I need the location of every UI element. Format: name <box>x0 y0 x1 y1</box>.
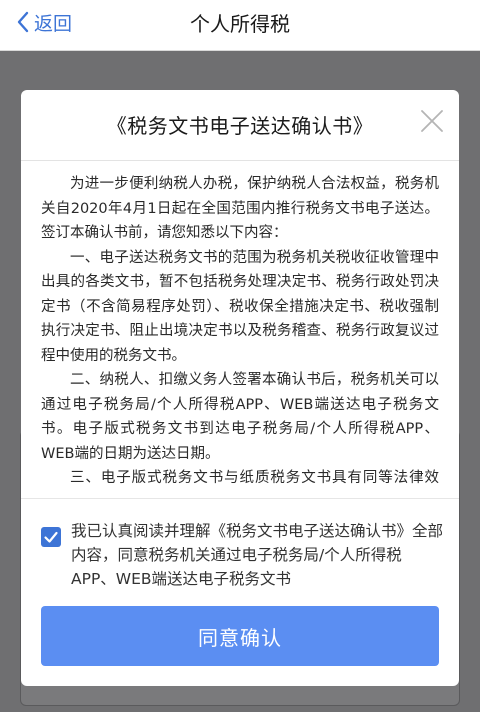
document-paragraph: 为进一步便利纳税人办税，保护纳税人合法权益，税务机关自2020年4月1日起在全国… <box>41 176 439 241</box>
dialog-header: 《税务文书电子送达确认书》 <box>21 90 459 161</box>
close-icon <box>421 110 443 132</box>
agreement-label[interactable]: 我已认真阅读并理解《税务文书电子送达确认书》全部内容，同意税务机关通过电子税务局… <box>71 519 443 591</box>
dialog-title: 《税务文书电子送达确认书》 <box>106 114 374 138</box>
nav-bar: 返回 个人所得税 <box>0 0 480 51</box>
checkmark-icon <box>44 531 58 543</box>
document-paragraph: 二、纳税人、扣缴义务人签署本确认书后，税务机关可以通过电子税务局/个人所得税AP… <box>41 372 439 462</box>
agree-confirm-button[interactable]: 同意确认 <box>41 606 439 666</box>
agreement-section: 我已认真阅读并理解《税务文书电子送达确认书》全部内容，同意税务机关通过电子税务局… <box>21 498 459 599</box>
agreement-checkbox[interactable] <box>41 527 61 547</box>
confirmation-dialog: 《税务文书电子送达确认书》 为进一步便利纳税人办税，保护纳税人合法权益，税务机关… <box>21 90 459 686</box>
document-paragraph: 一、电子送达税务文书的范围为税务机关税收征收管理中出具的各类文书，暂不包括税务处… <box>41 249 439 364</box>
document-paragraph: 三、电子版式税务文书与纸质税务文书具有同等法律效力，纳税人、扣缴义务人需要纸质文… <box>70 470 439 486</box>
back-label: 返回 <box>34 12 73 35</box>
close-button[interactable] <box>419 108 445 134</box>
document-content[interactable]: 为进一步便利纳税人办税，保护纳税人合法权益，税务机关自2020年4月1日起在全国… <box>41 172 439 490</box>
chevron-left-icon <box>17 11 29 33</box>
back-button[interactable]: 返回 <box>16 0 72 44</box>
